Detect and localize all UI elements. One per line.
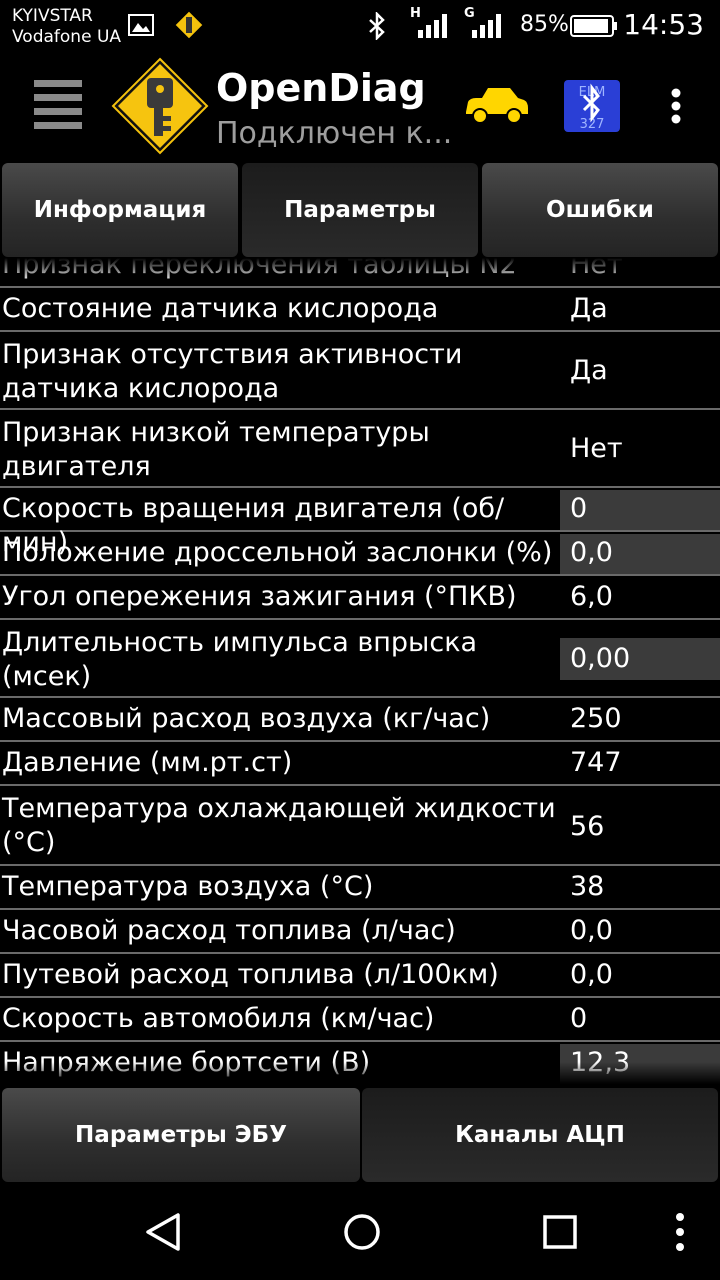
param-value: Нет <box>570 433 623 464</box>
back-icon[interactable] <box>144 1212 182 1252</box>
bottom-button-bar: Параметры ЭБУ Каналы АЦП <box>0 1086 720 1186</box>
gallery-notification-icon <box>128 14 154 36</box>
param-label: Часовой расход топлива (л/час) <box>2 915 456 946</box>
param-value: 0,0 <box>560 534 720 574</box>
ecu-parameters-button[interactable]: Параметры ЭБУ <box>2 1088 360 1182</box>
param-label: Длительность импульса впрыска (мсек) <box>2 627 478 692</box>
battery-icon <box>570 15 617 37</box>
overflow-menu-icon[interactable] <box>670 88 682 124</box>
param-value: 38 <box>570 871 605 902</box>
tab-bar: Информация Параметры Ошибки <box>0 160 720 260</box>
param-label: Массовый расход воздуха (кг/час) <box>2 703 491 734</box>
param-label: Температура охлаждающей жидкости (°С) <box>2 793 556 858</box>
parameter-list[interactable]: Признак переключения таблицы N2 Нет Сост… <box>0 258 720 1084</box>
param-value: 0,0 <box>570 959 613 990</box>
param-label: Температура воздуха (°С) <box>2 871 374 902</box>
signal-2-icon <box>472 14 501 38</box>
table-row: Скорость автомобиля (км/час) 0 <box>0 998 720 1042</box>
param-value: Да <box>570 293 608 324</box>
table-row: Массовый расход воздуха (кг/час) 250 <box>0 698 720 742</box>
connection-status: Подключен к... <box>216 116 453 151</box>
signal-1-icon <box>418 14 447 38</box>
param-value: Нет <box>570 258 623 280</box>
table-row: Положение дроссельной заслонки (%) 0,0 <box>0 532 720 576</box>
bluetooth-status-icon <box>369 12 385 40</box>
app-bar: OpenDiag Подключен к... ELM 327 <box>0 52 720 160</box>
tab-information[interactable]: Информация <box>2 163 238 257</box>
status-bar: KYIVSTAR Vodafone UA H G 85% 14:53 <box>0 0 720 52</box>
table-row: Путевой расход топлива (л/100км) 0,0 <box>0 954 720 998</box>
param-label: Скорость автомобиля (км/час) <box>2 1003 435 1034</box>
param-value: 0 <box>570 1003 588 1034</box>
carrier-1: KYIVSTAR <box>12 6 93 26</box>
app-logo-key-icon <box>111 57 209 155</box>
param-label: Давление (мм.рт.ст) <box>2 747 293 778</box>
recents-icon[interactable] <box>542 1214 578 1250</box>
param-label: Угол опережения зажигания (°ПКВ) <box>2 581 517 612</box>
table-row: Напряжение бортсети (В) 12,3 <box>0 1042 720 1084</box>
table-row: Длительность импульса впрыска (мсек) 0,0… <box>0 620 720 698</box>
table-row: Признак отсутствия активности датчика ки… <box>0 332 720 410</box>
table-row: Состояние датчика кислорода Да <box>0 288 720 332</box>
table-row: Температура охлаждающей жидкости (°С) 56 <box>0 786 720 866</box>
table-row: Угол опережения зажигания (°ПКВ) 6,0 <box>0 576 720 620</box>
param-label: Положение дроссельной заслонки (%) <box>2 537 553 568</box>
param-label: Признак низкой температуры двигателя <box>2 417 430 482</box>
param-value: 0,0 <box>570 915 613 946</box>
battery-percent: 85% <box>520 12 569 37</box>
clock: 14:53 <box>623 8 704 41</box>
table-row: Давление (мм.рт.ст) 747 <box>0 742 720 786</box>
tab-errors[interactable]: Ошибки <box>482 163 718 257</box>
param-value: 12,3 <box>560 1044 720 1084</box>
carrier-2: Vodafone UA <box>12 27 122 47</box>
home-icon[interactable] <box>342 1212 382 1252</box>
param-value: 0 <box>560 490 720 530</box>
table-row: Скорость вращения двигателя (об/мин) 0 <box>0 488 720 558</box>
param-label: Признак переключения таблицы N2 <box>2 258 517 280</box>
table-row: Часовой расход топлива (л/час) 0,0 <box>0 910 720 954</box>
param-value: 6,0 <box>570 581 613 612</box>
param-value: 250 <box>570 703 622 734</box>
param-label: Путевой расход топлива (л/100км) <box>2 959 499 990</box>
adc-channels-button[interactable]: Каналы АЦП <box>362 1088 718 1182</box>
system-nav-bar <box>0 1186 720 1280</box>
table-row: Температура воздуха (°С) 38 <box>0 866 720 910</box>
table-row: Признак низкой температуры двигателя Нет <box>0 410 720 488</box>
param-label: Признак отсутствия активности датчика ки… <box>2 339 463 404</box>
table-row: Признак переключения таблицы N2 Нет <box>0 258 720 288</box>
menu-icon[interactable] <box>34 80 82 130</box>
app-title: OpenDiag <box>216 66 426 110</box>
param-value: 747 <box>570 747 622 778</box>
param-value: 0,00 <box>560 638 720 680</box>
car-icon[interactable] <box>462 86 530 126</box>
key-notification-icon <box>174 10 204 40</box>
carrier-names: KYIVSTAR Vodafone UA <box>12 6 121 48</box>
tab-parameters[interactable]: Параметры <box>242 163 478 257</box>
param-label: Состояние датчика кислорода <box>2 293 439 324</box>
bluetooth-elm-icon[interactable]: ELM 327 <box>564 80 620 132</box>
nav-menu-icon[interactable] <box>674 1212 686 1252</box>
param-label: Напряжение бортсети (В) <box>2 1047 371 1078</box>
param-value: Да <box>570 355 608 386</box>
param-value: 56 <box>570 811 605 842</box>
